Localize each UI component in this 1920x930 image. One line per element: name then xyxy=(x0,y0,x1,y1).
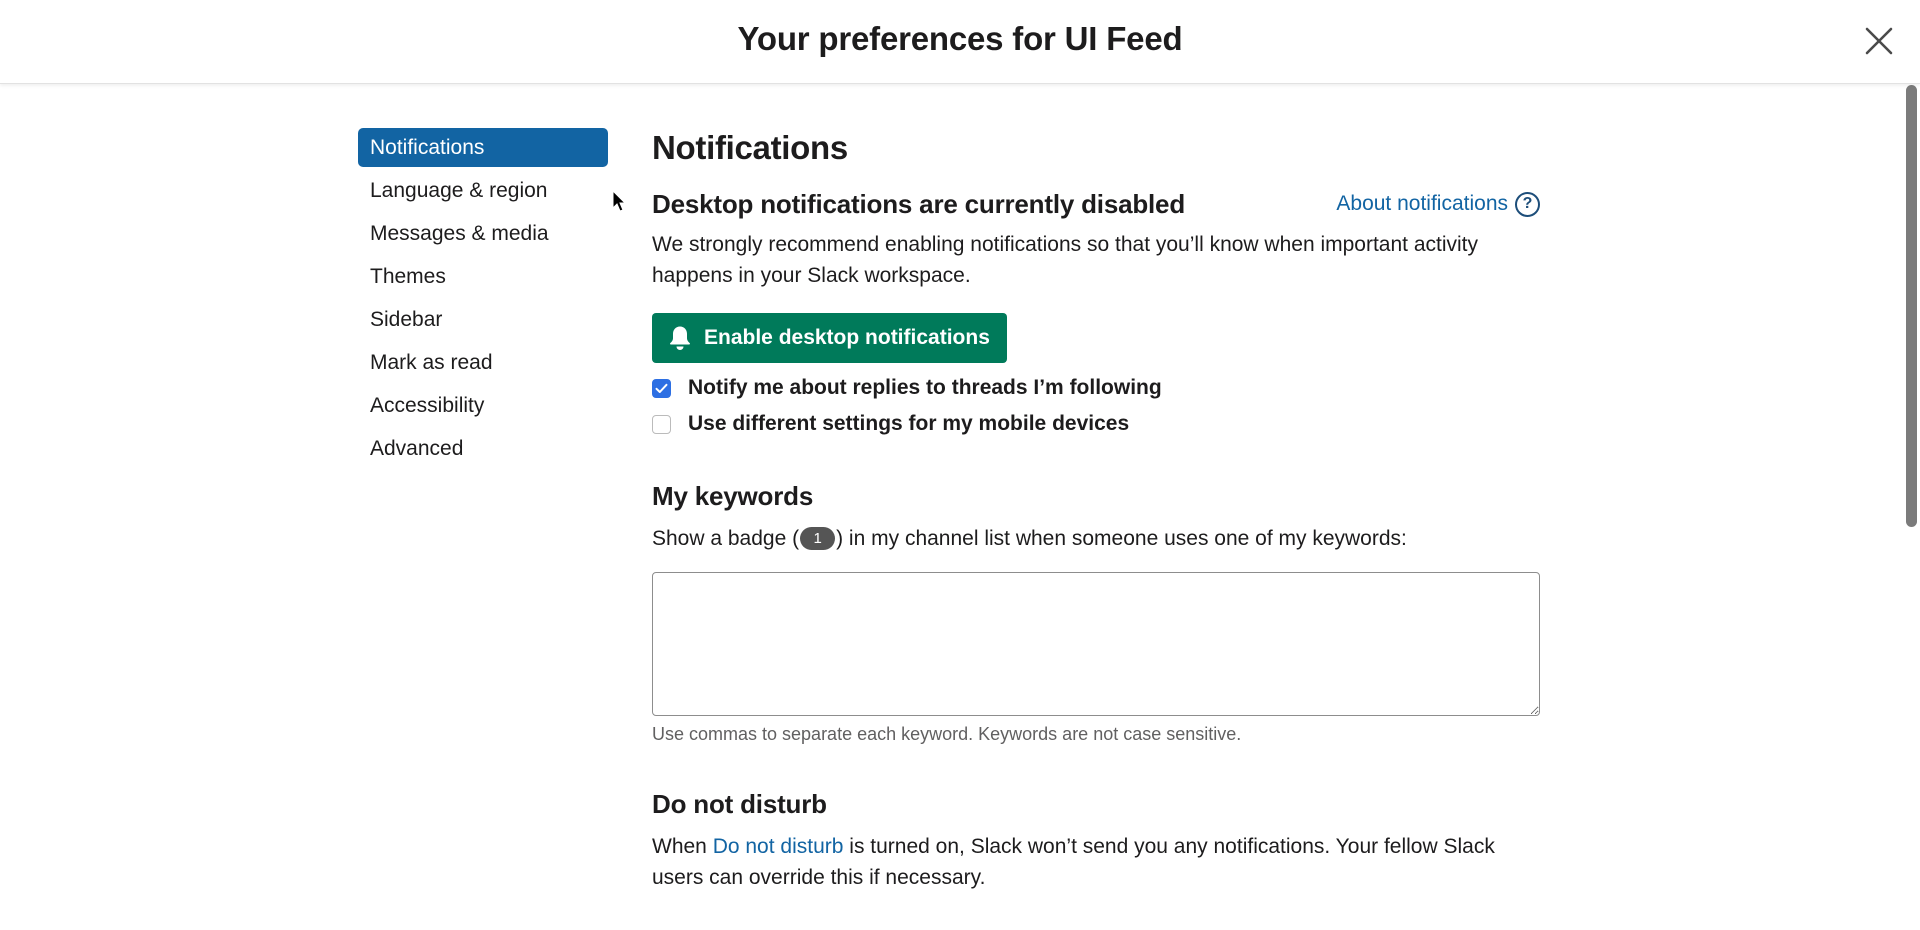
about-notifications-label: About notifications xyxy=(1336,192,1508,215)
desktop-notifications-header: Desktop notifications are currently disa… xyxy=(652,187,1540,221)
keywords-desc-before: Show a badge ( xyxy=(652,527,800,550)
notifications-panel: Notifications Desktop notifications are … xyxy=(652,128,1540,893)
nav-item-notifications[interactable]: Notifications xyxy=(358,128,608,167)
about-notifications-link[interactable]: About notifications ? xyxy=(1336,191,1540,217)
close-icon xyxy=(1865,27,1893,55)
keywords-desc-after: ) in my channel list when someone uses o… xyxy=(836,527,1407,550)
modal-header: Your preferences for UI Feed xyxy=(0,0,1920,84)
keywords-input[interactable] xyxy=(652,572,1540,716)
nav-item-sidebar[interactable]: Sidebar xyxy=(358,300,608,339)
nav-item-themes[interactable]: Themes xyxy=(358,257,608,296)
page-title: Your preferences for UI Feed xyxy=(737,20,1183,57)
keywords-description: Show a badge ( 1 ) in my channel list wh… xyxy=(652,523,1540,554)
close-button[interactable] xyxy=(1862,24,1896,58)
desktop-notifications-title: Desktop notifications are currently disa… xyxy=(652,189,1185,219)
nav-item-mark-as-read[interactable]: Mark as read xyxy=(358,343,608,382)
preferences-nav: Notifications Language & region Messages… xyxy=(358,128,608,472)
nav-item-messages-media[interactable]: Messages & media xyxy=(358,214,608,253)
scrollbar-thumb[interactable] xyxy=(1906,85,1917,527)
mobile-settings-label: Use different settings for my mobile dev… xyxy=(688,412,1130,435)
enable-button-label: Enable desktop notifications xyxy=(704,326,990,349)
mention-badge: 1 xyxy=(800,527,836,550)
mobile-settings-checkbox[interactable] xyxy=(652,414,671,434)
desktop-notifications-description: We strongly recommend enabling notificat… xyxy=(652,233,1479,287)
enable-desktop-notifications-button[interactable]: Enable desktop notifications xyxy=(652,313,1007,363)
do-not-disturb-title: Do not disturb xyxy=(652,789,827,819)
mobile-settings-checkbox-row[interactable]: Use different settings for my mobile dev… xyxy=(652,411,1540,437)
thread-replies-checkbox-row[interactable]: Notify me about replies to threads I’m f… xyxy=(652,375,1540,401)
bell-icon xyxy=(668,325,692,351)
thread-replies-checkbox[interactable] xyxy=(652,378,671,398)
keywords-title: My keywords xyxy=(652,481,814,511)
nav-item-accessibility[interactable]: Accessibility xyxy=(358,386,608,425)
do-not-disturb-description: When Do not disturb is turned on, Slack … xyxy=(652,831,1540,893)
checkmark-icon xyxy=(655,383,668,393)
nav-item-language-region[interactable]: Language & region xyxy=(358,171,608,210)
keywords-hint: Use commas to separate each keyword. Key… xyxy=(652,724,1242,744)
thread-replies-label: Notify me about replies to threads I’m f… xyxy=(688,376,1162,399)
help-circle-icon: ? xyxy=(1515,191,1540,217)
do-not-disturb-link[interactable]: Do not disturb xyxy=(713,835,844,858)
dnd-desc-before: When xyxy=(652,835,713,858)
mouse-cursor-icon xyxy=(612,190,627,212)
section-heading: Notifications xyxy=(652,129,848,166)
nav-item-advanced[interactable]: Advanced xyxy=(358,429,608,468)
